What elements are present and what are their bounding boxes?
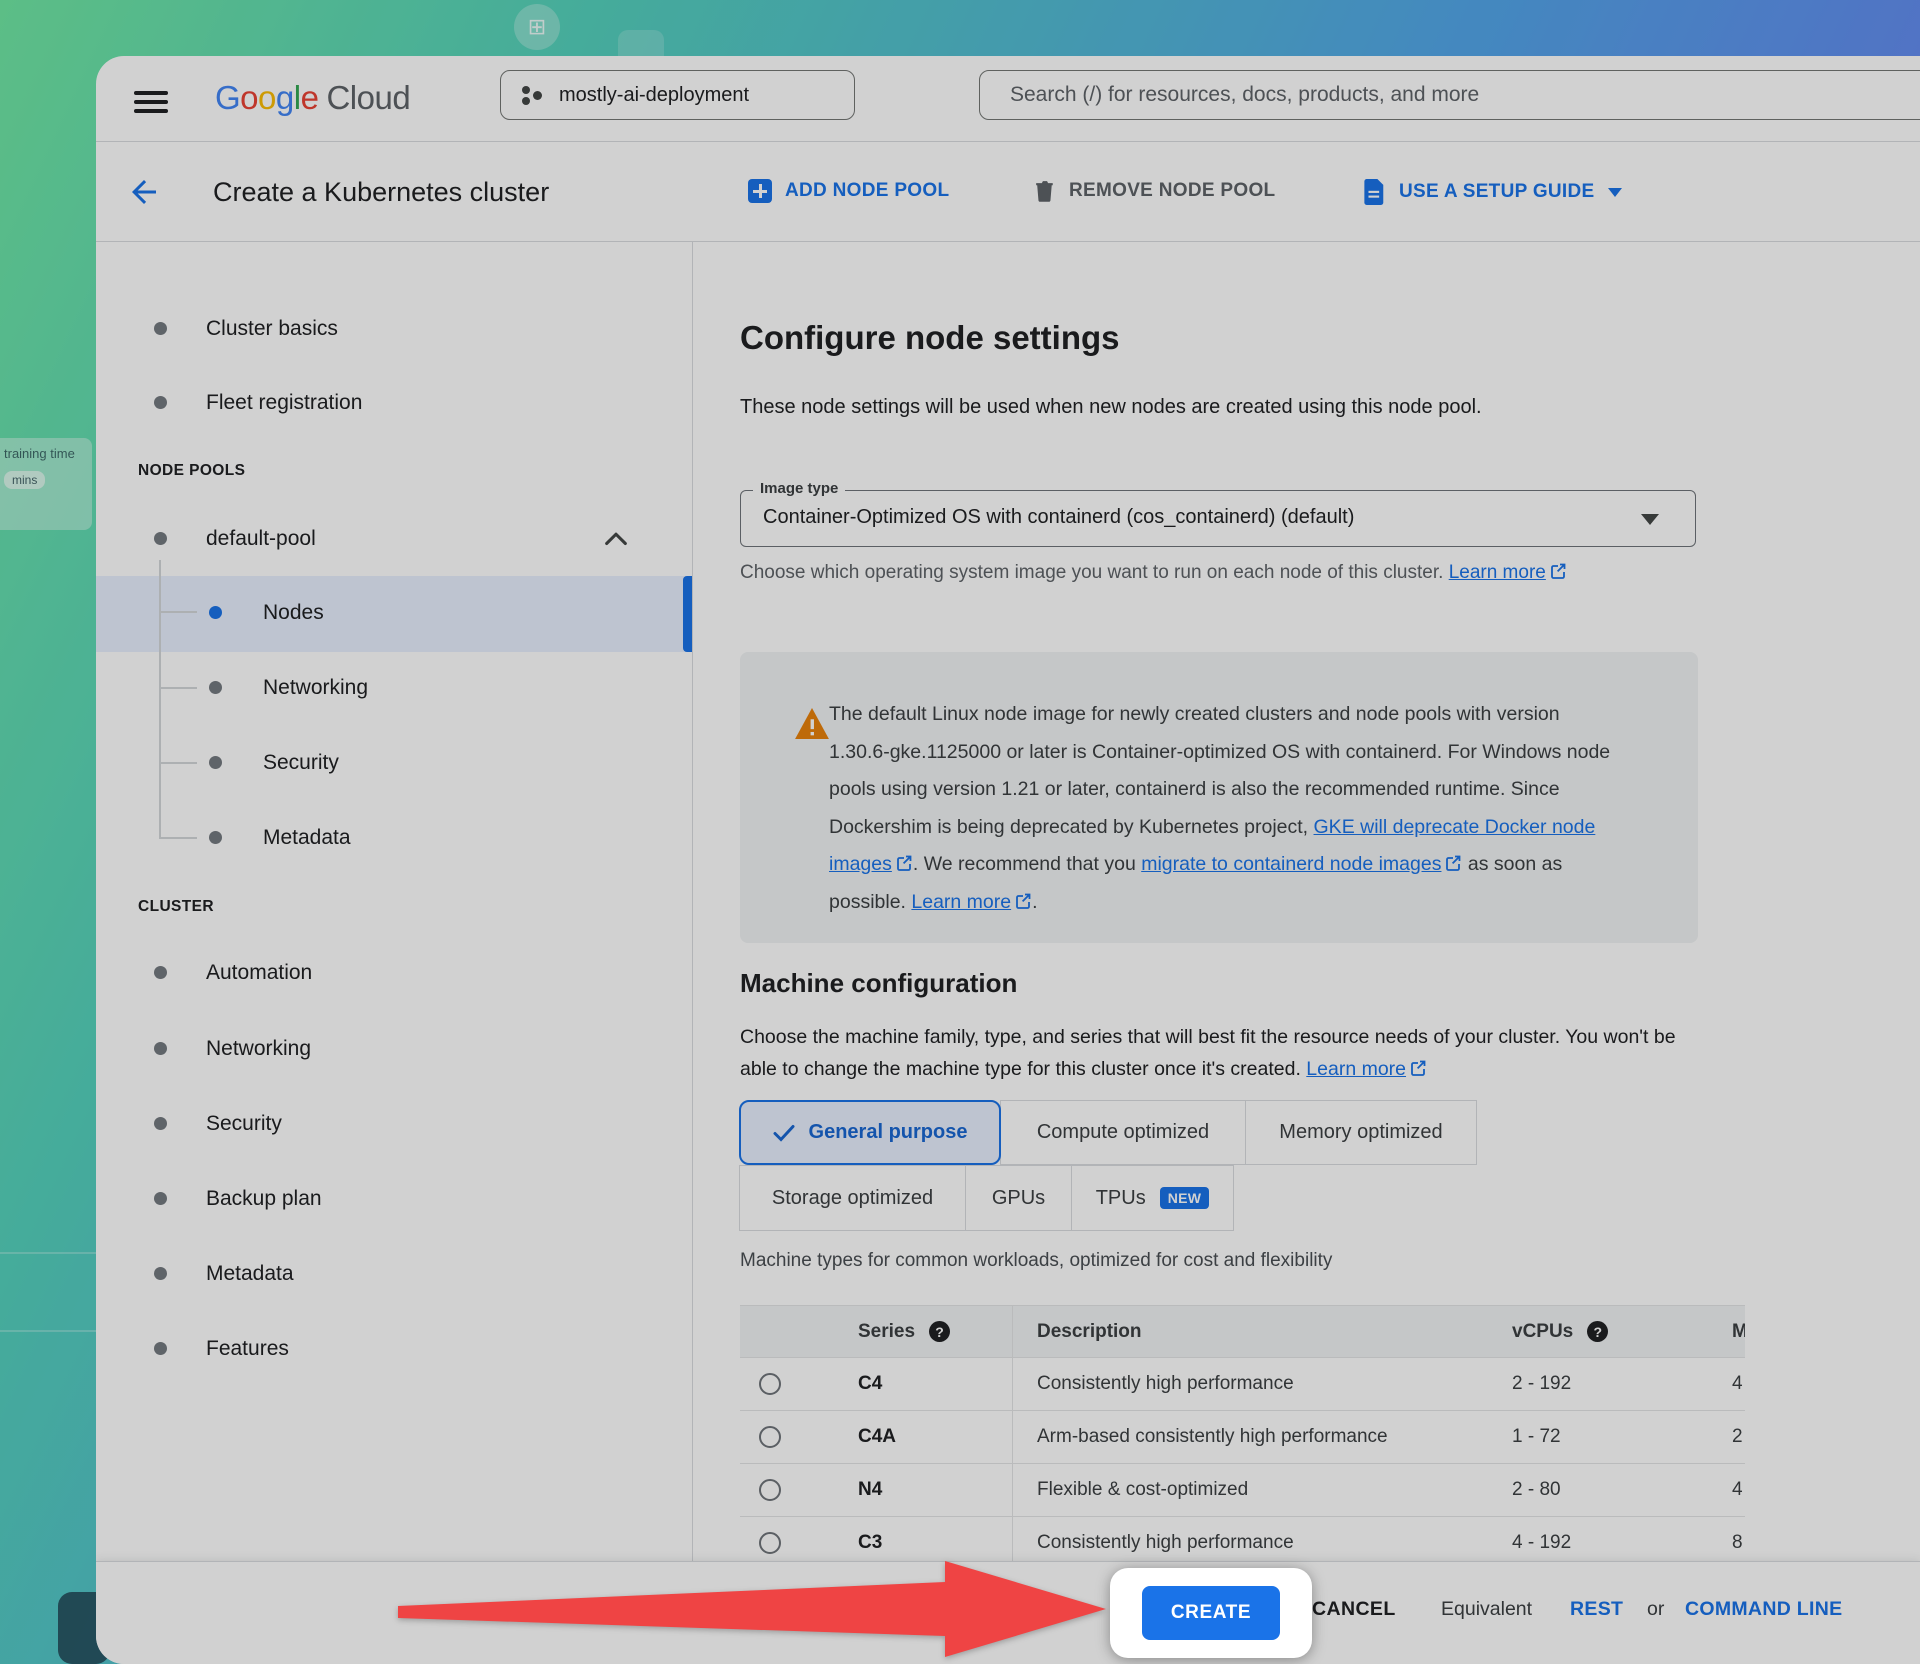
screenshot-root: ⊞ training time mins GoogleCloud mostly-…: [0, 0, 1920, 1664]
tutorial-arrow: [398, 1556, 1110, 1660]
dim-overlay: [0, 0, 1920, 1664]
create-button[interactable]: CREATE: [1142, 1586, 1280, 1640]
create-spotlight: CREATE: [1110, 1568, 1312, 1658]
